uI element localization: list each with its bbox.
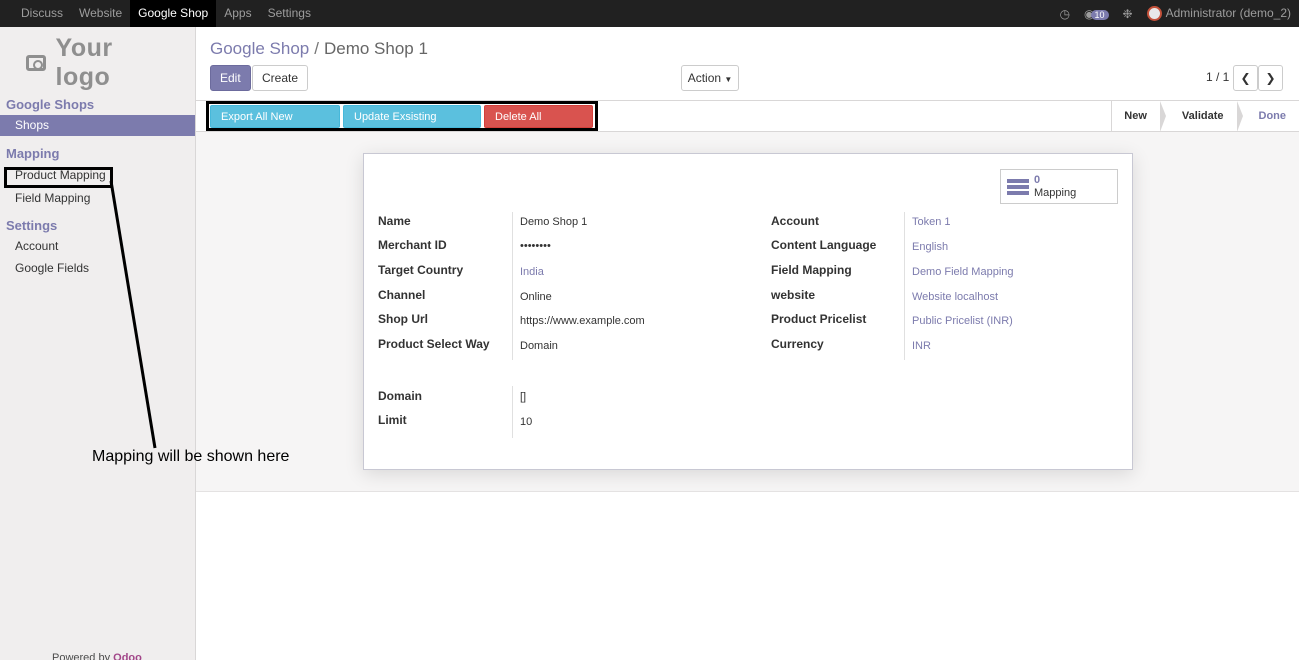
divider xyxy=(512,212,513,360)
pager-value: 1 / 1 xyxy=(1206,70,1230,84)
menu-discuss[interactable]: Discuss xyxy=(13,0,71,27)
section-google-shops: Google Shops xyxy=(6,97,95,112)
menu-website[interactable]: Website xyxy=(71,0,130,27)
odoo-link[interactable]: Odoo xyxy=(113,652,142,660)
field-label-channel: Channel xyxy=(378,288,426,302)
edit-button[interactable]: Edit xyxy=(210,65,251,91)
notification-badge: 10 xyxy=(1090,9,1109,20)
chevron-right-icon: ❯ xyxy=(1265,71,1276,85)
field-value-field-mapping[interactable]: Demo Field Mapping xyxy=(912,266,1014,278)
field-value-account[interactable]: Token 1 xyxy=(912,216,951,228)
field-label-product-pricelist: Product Pricelist xyxy=(771,312,867,326)
user-name: Administrator (demo_2) xyxy=(1165,5,1291,20)
field-label-name: Name xyxy=(378,214,411,228)
field-label-account: Account xyxy=(771,214,819,228)
action-dropdown[interactable]: Action ▼ xyxy=(681,65,739,91)
section-settings: Settings xyxy=(6,218,58,233)
field-label-website: website xyxy=(771,288,816,302)
field-label-shop-url: Shop Url xyxy=(378,312,428,326)
field-label-limit: Limit xyxy=(378,413,407,427)
breadcrumb: Google Shop / Demo Shop 1 xyxy=(210,39,428,59)
field-label-target-country: Target Country xyxy=(378,263,464,277)
sidebar-item-field-mapping[interactable]: Field Mapping xyxy=(0,188,195,209)
highlight-box-buttons xyxy=(206,101,598,131)
pager-previous-button[interactable]: ❮ xyxy=(1233,65,1258,91)
field-value-name: Demo Shop 1 xyxy=(520,216,588,228)
app-menu: Discuss Website Google Shop Apps Setting… xyxy=(13,0,319,27)
stage-new[interactable]: New xyxy=(1112,101,1166,132)
caret-down-icon: ▼ xyxy=(724,75,733,84)
field-value-product-select-way: Domain xyxy=(520,340,558,352)
sidebar-item-account[interactable]: Account xyxy=(0,236,195,257)
user-menu[interactable]: Administrator (demo_2) xyxy=(1146,5,1291,22)
bug-icon[interactable]: ❉ xyxy=(1123,7,1133,21)
field-label-product-select-way: Product Select Way xyxy=(378,337,490,351)
field-label-domain: Domain xyxy=(378,389,423,403)
field-value-domain: [] xyxy=(520,391,527,403)
field-value-product-pricelist[interactable]: Public Pricelist (INR) xyxy=(912,315,1013,327)
clock-icon[interactable]: ◷ xyxy=(1060,7,1070,21)
pager-next-button[interactable]: ❯ xyxy=(1258,65,1283,91)
field-label-content-language: Content Language xyxy=(771,238,877,252)
field-label-field-mapping: Field Mapping xyxy=(771,263,852,277)
divider xyxy=(904,212,905,360)
highlight-box-product-mapping xyxy=(4,167,113,188)
field-value-target-country[interactable]: India xyxy=(520,266,544,278)
mapping-smart-button[interactable]: 0 Mapping xyxy=(1000,169,1118,204)
field-value-limit: 10 xyxy=(520,416,533,428)
systray: ◷ ◉10 ❉ Administrator (demo_2) xyxy=(1060,0,1291,27)
mapping-count: 0 xyxy=(1034,174,1041,186)
field-value-shop-url: https://www.example.com xyxy=(520,315,645,327)
create-button[interactable]: Create xyxy=(252,65,309,91)
menu-google-shop[interactable]: Google Shop xyxy=(130,0,217,27)
chat-icon[interactable]: ◉10 xyxy=(1084,7,1109,21)
camera-icon xyxy=(26,55,46,71)
sidebar: Your logo Google Shops Shops Mapping Pro… xyxy=(0,27,196,660)
form-sheet: 0 Mapping Name Demo Shop 1 Merchant ID •… xyxy=(363,153,1133,470)
sidebar-item-google-fields[interactable]: Google Fields xyxy=(0,258,195,279)
field-value-content-language[interactable]: English xyxy=(912,241,948,253)
stage-done[interactable]: Done xyxy=(1237,101,1299,132)
action-label: Action xyxy=(687,71,722,85)
company-logo[interactable]: Your logo xyxy=(26,34,171,91)
control-panel: Google Shop / Demo Shop 1 Edit Create Acti… xyxy=(196,27,1299,101)
field-value-merchant-id: •••••••• xyxy=(520,240,551,252)
powered-prefix: Powered by xyxy=(52,652,111,660)
field-value-website[interactable]: Website localhost xyxy=(912,291,998,303)
avatar xyxy=(1146,6,1162,22)
annotation-text: Mapping will be shown here xyxy=(92,448,290,465)
chevron-left-icon: ❮ xyxy=(1240,71,1251,85)
breadcrumb-current: Demo Shop 1 xyxy=(323,39,428,58)
form-statusbar: Export All New Product Update Exsisting … xyxy=(196,101,1299,146)
menu-apps[interactable]: Apps xyxy=(216,0,259,27)
mapping-label: Mapping xyxy=(1034,187,1077,199)
top-navbar: Discuss Website Google Shop Apps Setting… xyxy=(0,0,1299,27)
stage-validate[interactable]: Validate xyxy=(1160,101,1243,132)
field-label-currency: Currency xyxy=(771,337,824,351)
section-mapping: Mapping xyxy=(6,146,60,161)
breadcrumb-parent[interactable]: Google Shop xyxy=(210,39,309,58)
menu-settings[interactable]: Settings xyxy=(260,0,319,27)
sidebar-item-shops[interactable]: Shops xyxy=(0,115,195,136)
powered-by: Powered by Odoo xyxy=(52,652,142,660)
field-label-merchant-id: Merchant ID xyxy=(378,238,447,252)
stage-bar: New Validate Done xyxy=(1111,101,1299,132)
list-icon xyxy=(1007,179,1029,196)
breadcrumb-separator: / xyxy=(314,39,319,58)
field-value-channel: Online xyxy=(520,291,552,303)
divider xyxy=(512,386,513,438)
logo-text: Your logo xyxy=(55,34,113,91)
field-value-currency[interactable]: INR xyxy=(912,340,931,352)
